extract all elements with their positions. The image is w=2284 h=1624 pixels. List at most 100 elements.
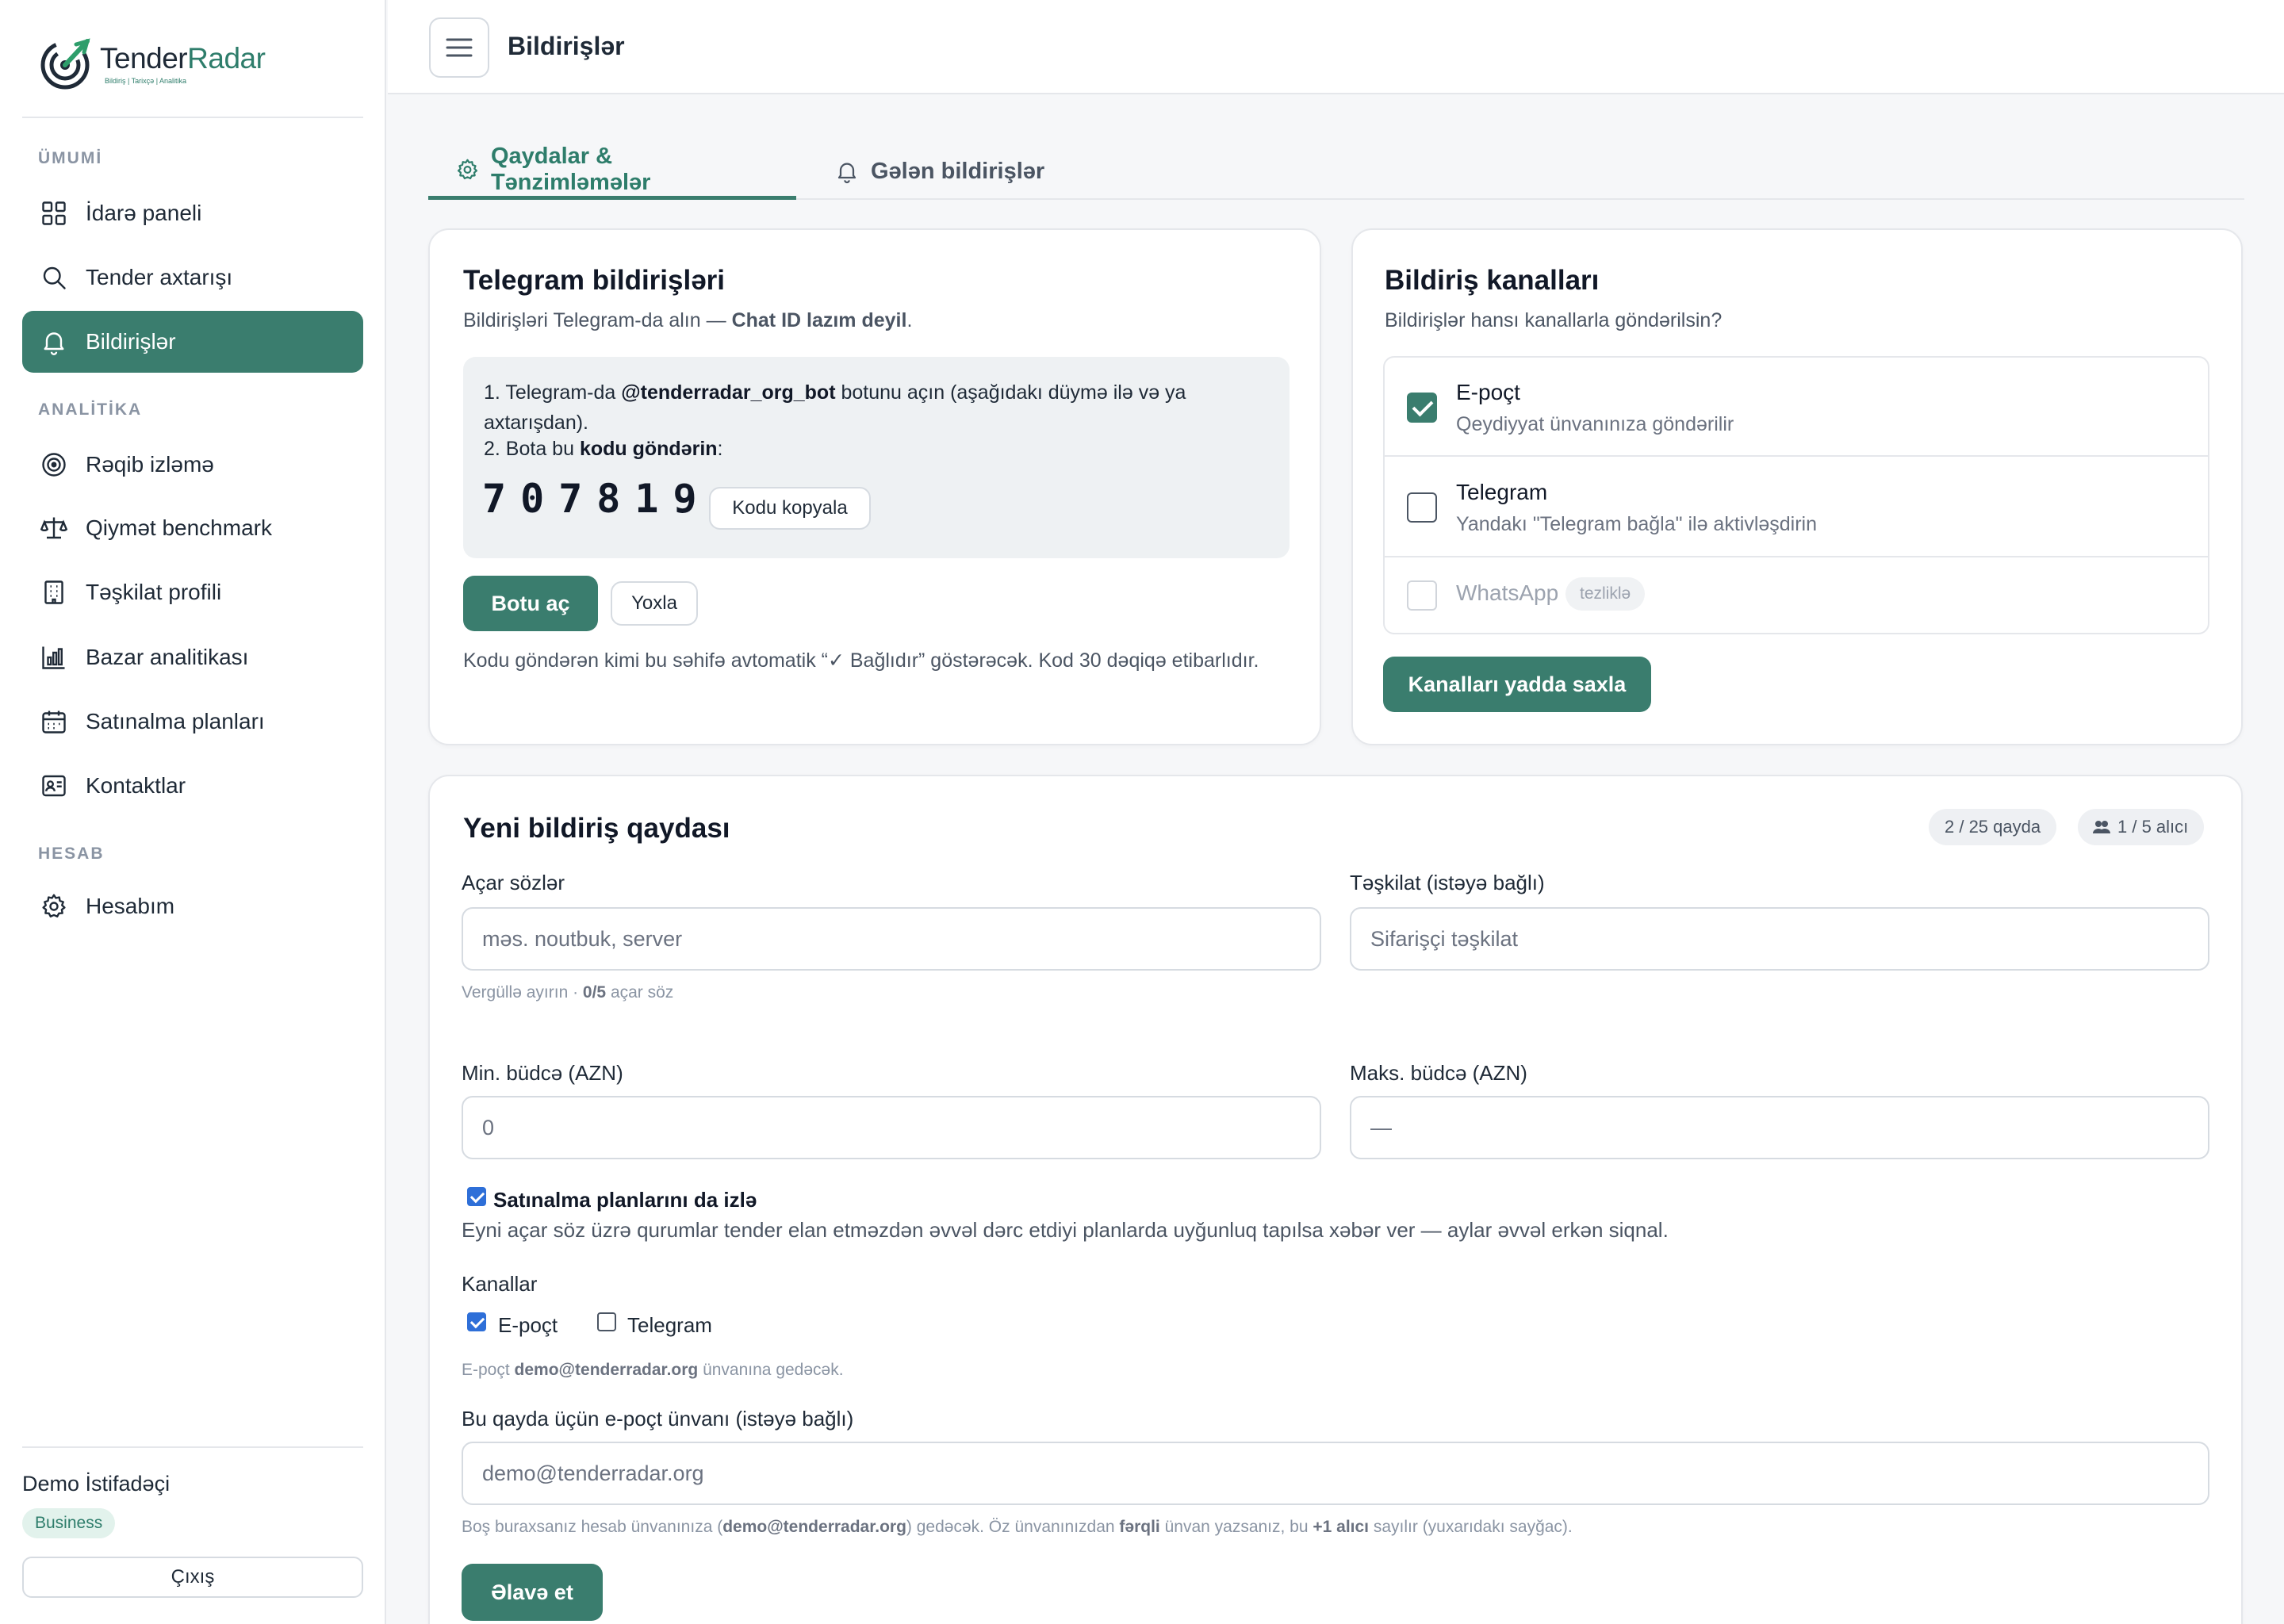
telegram-step-2: 2. Bota bu kodu göndərin: bbox=[484, 438, 723, 460]
hamburger-icon bbox=[446, 38, 473, 57]
channels-card-title: Bildiriş kanalları bbox=[1385, 265, 1600, 296]
sidebar-item-dashboard[interactable]: İdarə paneli bbox=[22, 182, 363, 244]
sidebar-item-label: Tender axtarışı bbox=[86, 265, 233, 289]
sidebar-item-price-benchmark[interactable]: Qiymət benchmark bbox=[22, 497, 363, 559]
logout-button[interactable]: Çıxış bbox=[22, 1557, 363, 1598]
copy-code-button[interactable]: Kodu kopyala bbox=[709, 487, 871, 530]
channel-description: Qeydiyyat ünvanınıza göndərilir bbox=[1456, 413, 1734, 435]
bell-icon bbox=[837, 163, 856, 184]
channel-name: Telegram bbox=[1456, 480, 1548, 504]
tab-label: Qaydalar & Tənzimləmələr bbox=[490, 143, 651, 195]
telegram-instructions-box: 1. Telegram-da @tenderradar_org_bot botu… bbox=[463, 357, 1290, 558]
bar-chart-icon bbox=[40, 643, 68, 672]
target-icon bbox=[40, 450, 68, 479]
rule-channel-email-label[interactable]: E-poçt bbox=[498, 1313, 558, 1338]
organization-input[interactable]: Sifarişçi təşkilat bbox=[1350, 907, 2209, 971]
min-budget-input[interactable]: 0 bbox=[462, 1096, 1321, 1159]
section-label-account: HESAB bbox=[38, 845, 105, 863]
section-label-analytics: ANALİTİKA bbox=[38, 400, 143, 419]
email-destination-note: E-poçt demo@tenderradar.org ünvanına ged… bbox=[462, 1361, 844, 1379]
rule-channel-telegram-label[interactable]: Telegram bbox=[627, 1313, 712, 1338]
gear-icon bbox=[457, 159, 478, 179]
coming-soon-badge: tezliklə bbox=[1565, 577, 1646, 611]
plan-badge: Business bbox=[22, 1508, 116, 1538]
track-plans-description: Eyni açar söz üzrə qurumlar tender elan … bbox=[462, 1218, 1669, 1242]
sidebar-divider bbox=[22, 117, 363, 118]
radar-logo-icon bbox=[40, 38, 90, 90]
check-button[interactable]: Yoxla bbox=[611, 581, 698, 626]
max-budget-input[interactable]: — bbox=[1350, 1096, 2209, 1159]
sidebar-item-label: Kontaktlar bbox=[86, 773, 186, 798]
sidebar-item-label: Bazar analitikası bbox=[86, 645, 249, 669]
rule-email-hint: Boş buraxsanız hesab ünvanınıza (demo@te… bbox=[462, 1518, 1573, 1536]
calendar-icon bbox=[40, 707, 68, 736]
channel-description: Yandakı "Telegram bağla" ilə aktivləşdir… bbox=[1456, 513, 1818, 535]
channel-telegram-checkbox[interactable] bbox=[1407, 492, 1437, 523]
scale-icon bbox=[40, 514, 68, 542]
dashboard-grid-icon bbox=[40, 199, 68, 228]
tab-incoming-notifications[interactable]: Gələn bildirişlər bbox=[807, 143, 1071, 200]
channels-subtitle: Bildirişlər hansı kanallarla göndərilsin… bbox=[1385, 309, 1723, 331]
channel-row-whatsapp: WhatsApp tezliklə bbox=[1385, 558, 2208, 633]
sidebar-divider bbox=[22, 1446, 363, 1448]
sidebar: TenderRadar Bildiriş | Tarixçə | Analiti… bbox=[0, 0, 386, 1624]
search-icon bbox=[40, 263, 68, 292]
channel-name: E-poçt bbox=[1456, 380, 1520, 404]
brand-name: TenderRadar bbox=[100, 42, 266, 75]
telegram-link-code: 707819 bbox=[482, 476, 711, 522]
section-label-general: ÜMUMİ bbox=[38, 149, 103, 167]
channel-row-email[interactable]: E-poçt Qeydiyyat ünvanınıza göndərilir bbox=[1385, 358, 2208, 457]
page-title: Bildirişlər bbox=[508, 32, 625, 60]
min-budget-label: Min. büdcə (AZN) bbox=[462, 1061, 623, 1085]
new-rule-title: Yeni bildiriş qaydası bbox=[463, 813, 730, 844]
max-budget-label: Maks. büdcə (AZN) bbox=[1350, 1061, 1527, 1085]
user-name: Demo İstifadəçi bbox=[22, 1472, 171, 1496]
gear-icon bbox=[40, 892, 68, 921]
sidebar-item-label: Rəqib izləmə bbox=[86, 452, 214, 477]
contact-card-icon bbox=[40, 772, 68, 800]
track-plans-label[interactable]: Satınalma planlarını da izlə bbox=[493, 1188, 757, 1212]
sidebar-item-contacts[interactable]: Kontaktlar bbox=[22, 755, 363, 817]
telegram-footer-note: Kodu göndərən kimi bu səhifə avtomatik “… bbox=[463, 649, 1259, 672]
channel-whatsapp-checkbox bbox=[1407, 580, 1437, 611]
rule-channel-email-checkbox[interactable] bbox=[467, 1312, 486, 1331]
topbar: Bildirişlər bbox=[388, 0, 2284, 94]
tab-bar: Qaydalar & Tənzimləmələr Gələn bildirişl… bbox=[428, 143, 2244, 200]
sidebar-item-label: Bildirişlər bbox=[86, 329, 176, 354]
keywords-hint: Vergüllə ayırın · 0/5 açar söz bbox=[462, 983, 674, 1002]
channel-email-checkbox[interactable] bbox=[1407, 393, 1437, 423]
sidebar-item-notifications[interactable]: Bildirişlər bbox=[22, 311, 363, 373]
telegram-step-1: 1. Telegram-da @tenderradar_org_bot botu… bbox=[484, 381, 1186, 434]
save-channels-button[interactable]: Kanalları yadda saxla bbox=[1383, 657, 1651, 712]
sidebar-item-organization-profile[interactable]: Təşkilat profili bbox=[22, 561, 363, 623]
sidebar-item-label: Hesabım bbox=[86, 894, 175, 918]
channel-row-telegram[interactable]: Telegram Yandakı "Telegram bağla" ilə ak… bbox=[1385, 458, 2208, 557]
brand-tagline: Bildiriş | Tarixçə | Analitika bbox=[105, 77, 187, 85]
logo[interactable]: TenderRadar Bildiriş | Tarixçə | Analiti… bbox=[36, 35, 266, 92]
sidebar-item-tender-search[interactable]: Tender axtarışı bbox=[22, 247, 363, 308]
tab-rules-settings[interactable]: Qaydalar & Tənzimləmələr bbox=[428, 143, 796, 200]
track-plans-checkbox[interactable] bbox=[467, 1187, 486, 1206]
rule-email-label: Bu qayda üçün e-poçt ünvanı (istəyə bağl… bbox=[462, 1407, 854, 1431]
sidebar-item-market-analytics[interactable]: Bazar analitikası bbox=[22, 626, 363, 688]
channels-label: Kanallar bbox=[462, 1272, 538, 1296]
channel-list: E-poçt Qeydiyyat ünvanınıza göndərilir T… bbox=[1383, 356, 2209, 634]
rule-email-input[interactable]: demo@tenderradar.org bbox=[462, 1442, 2209, 1505]
sidebar-item-label: İdarə paneli bbox=[86, 201, 202, 225]
telegram-card: Telegram bildirişləri Bildirişləri Teleg… bbox=[428, 228, 1321, 745]
channel-name: WhatsApp bbox=[1456, 580, 1559, 605]
sidebar-item-procurement-plans[interactable]: Satınalma planları bbox=[22, 691, 363, 753]
rule-channel-telegram-checkbox[interactable] bbox=[597, 1312, 616, 1331]
keywords-input[interactable]: məs. noutbuk, server bbox=[462, 907, 1321, 971]
add-rule-button[interactable]: Əlavə et bbox=[462, 1564, 603, 1621]
recipients-count-badge: 1 / 5 alıcı bbox=[2078, 809, 2205, 845]
bell-icon bbox=[40, 327, 68, 356]
sidebar-item-competitor-tracking[interactable]: Rəqib izləmə bbox=[22, 434, 363, 496]
tab-label: Gələn bildirişlər bbox=[871, 158, 1045, 184]
open-bot-button[interactable]: Botu aç bbox=[463, 576, 598, 631]
telegram-card-title: Telegram bildirişləri bbox=[463, 265, 726, 296]
building-icon bbox=[40, 578, 68, 607]
sidebar-item-my-account[interactable]: Hesabım bbox=[22, 875, 363, 937]
menu-toggle-button[interactable] bbox=[429, 17, 489, 78]
organization-label: Təşkilat (istəyə bağlı) bbox=[1350, 871, 1545, 894]
